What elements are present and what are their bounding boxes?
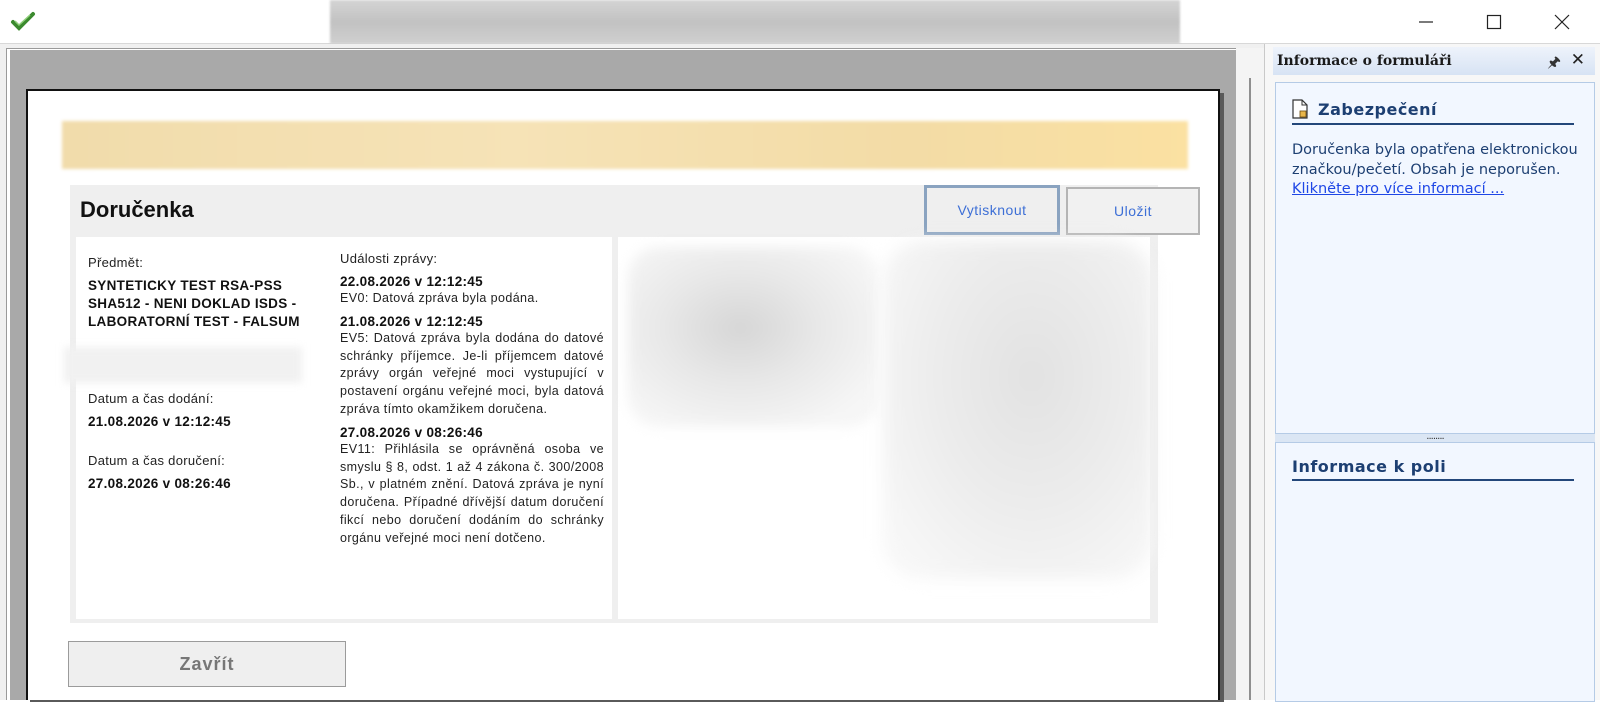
app-checkmark-icon [11, 12, 35, 31]
close-icon [1554, 14, 1570, 30]
message-events: Události zprávy: 22.08.2026 v 12:12:45 E… [340, 251, 604, 554]
field-info-section: Informace k poli [1275, 442, 1595, 702]
security-heading: Zabezpečení [1292, 99, 1574, 125]
receipt-details-panel: Předmět: SYNTETICKY TEST RSA-PSS SHA512 … [64, 237, 612, 619]
more-info-link[interactable]: Klikněte pro více informací ... [1292, 181, 1504, 197]
info-pane-header: Informace o formuláři 🖈 ✕ [1273, 47, 1595, 75]
redacted-block [628, 247, 878, 427]
event-text: EV0: Datová zpráva byla podána. [340, 291, 539, 305]
security-description: Doručenka byla opatřena elektronickou zn… [1292, 142, 1578, 178]
security-text: Doručenka byla opatřena elektronickou zn… [1292, 141, 1582, 200]
print-button[interactable]: Vytisknout [924, 185, 1060, 235]
close-pane-icon[interactable]: ✕ [1571, 50, 1585, 70]
delivered-value: 21.08.2026 v 12:12:45 [88, 414, 231, 429]
redacted-field [64, 347, 302, 383]
window-titlebar [0, 0, 1600, 44]
event-text: EV5: Datová zpráva byla dodána do datové… [340, 330, 604, 416]
event-date: 22.08.2026 v 12:12:45 [340, 274, 483, 289]
delivered-label: Datum a čas dodání: [88, 391, 214, 406]
form-title: Doručenka [80, 197, 194, 222]
received-label: Datum a čas doručení: [88, 453, 226, 468]
event-text: EV11: Přihlásila se oprávněná osoba ve s… [340, 441, 604, 545]
minimize-button[interactable] [1394, 0, 1458, 44]
security-section: Zabezpečení Doručenka byla opatřena elek… [1275, 82, 1595, 434]
events-label: Události zprávy: [340, 251, 438, 266]
event-date: 27.08.2026 v 08:26:46 [340, 424, 483, 440]
maximize-button[interactable] [1462, 0, 1526, 44]
header-banner [62, 121, 1188, 169]
close-form-button[interactable]: Zavřít [68, 641, 346, 687]
field-info-heading: Informace k poli [1292, 457, 1574, 481]
subject-value: SYNTETICKY TEST RSA-PSS SHA512 - NENI DO… [88, 278, 300, 329]
close-window-button[interactable] [1530, 0, 1594, 44]
received-value: 27.08.2026 v 08:26:46 [88, 476, 231, 491]
event-date: 21.08.2026 v 12:12:45 [340, 313, 483, 329]
redacted-panel [618, 237, 1153, 619]
security-heading-label: Zabezpečení [1318, 100, 1438, 119]
maximize-icon [1486, 14, 1502, 30]
receipt-card: Doručenka Vytisknout Uložit Předmět: SYN… [64, 185, 1200, 623]
pin-icon[interactable]: 🖈 [1547, 52, 1561, 77]
subject-label: Předmět: [88, 255, 144, 270]
minimize-icon [1419, 21, 1433, 23]
splitter-grip: ........ [1426, 431, 1444, 442]
document-lock-icon [1292, 99, 1308, 119]
scrollbar-thumb[interactable] [1249, 78, 1251, 700]
window-title-redacted [330, 0, 1180, 44]
save-button[interactable]: Uložit [1066, 187, 1200, 235]
form-info-pane: Informace o formuláři 🖈 ✕ Zabezpečení Do… [1264, 44, 1600, 702]
info-pane-title: Informace o formuláři [1277, 53, 1452, 69]
form-page: Doručenka Vytisknout Uložit Předmět: SYN… [26, 89, 1220, 700]
redacted-block [883, 241, 1153, 579]
pane-splitter[interactable]: ........ [1275, 431, 1595, 442]
